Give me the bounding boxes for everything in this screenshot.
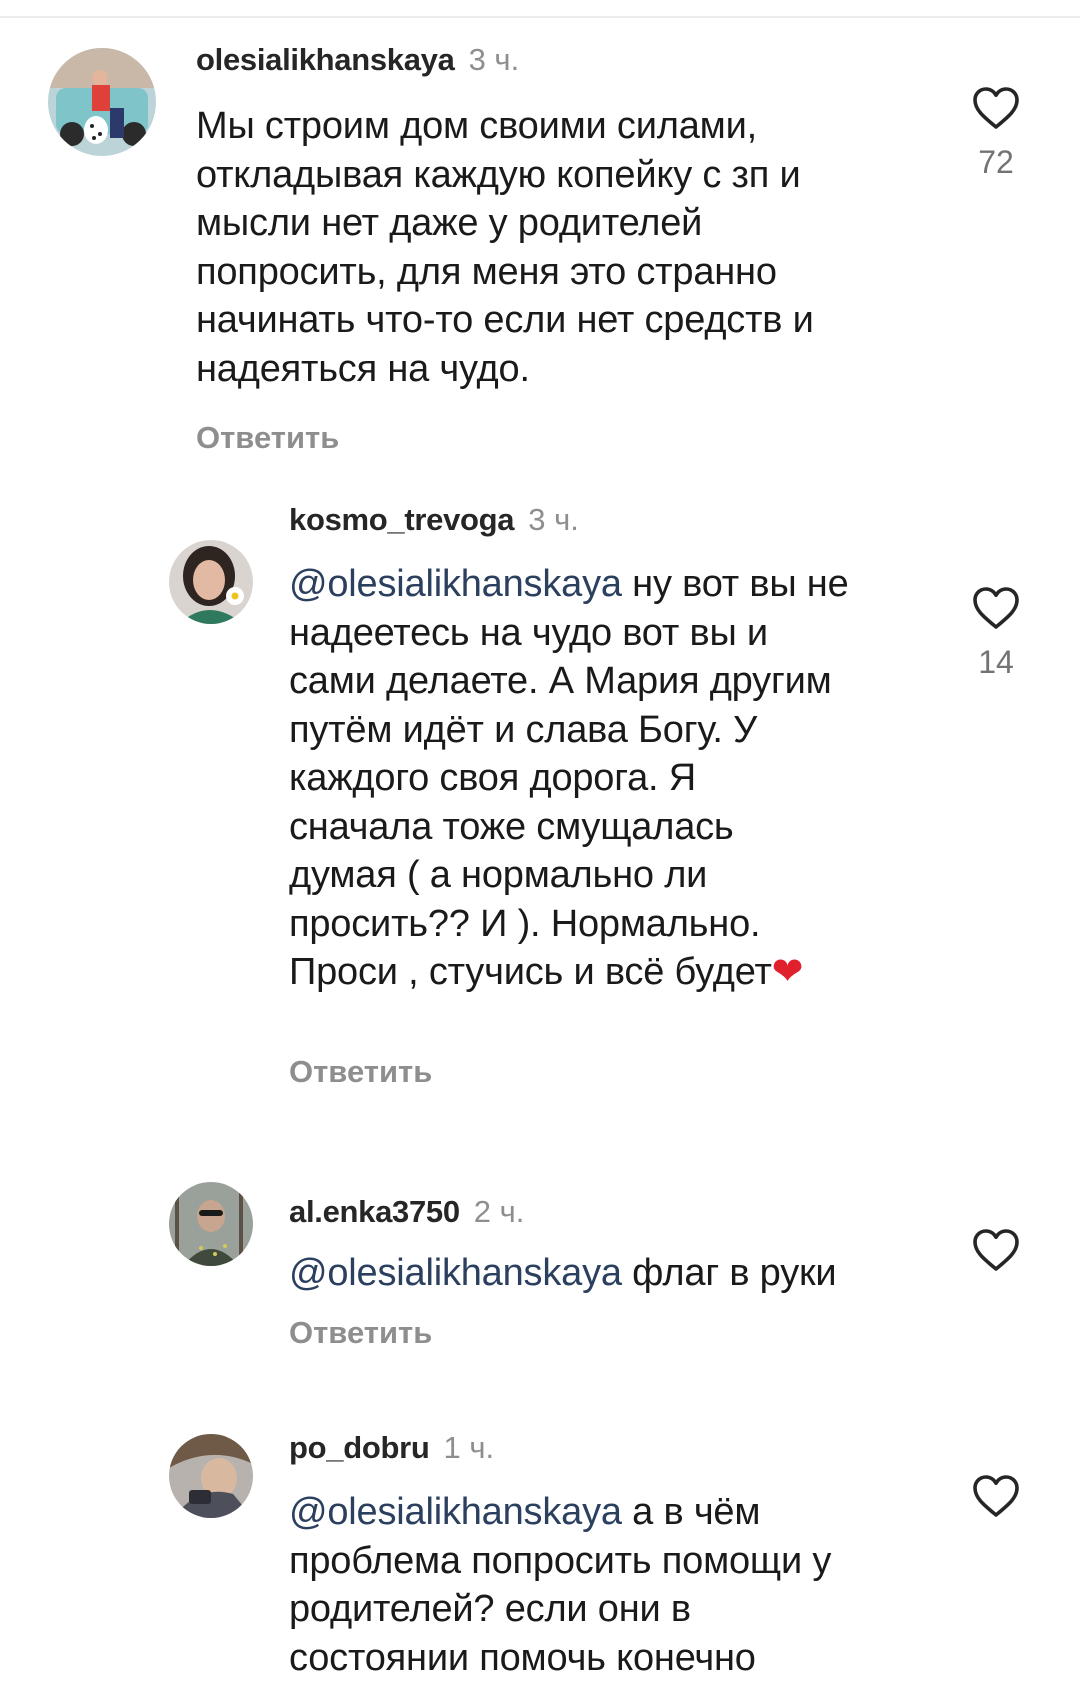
text-line: путём идёт и слава Богу. У (289, 708, 758, 751)
avatar[interactable] (169, 1434, 253, 1518)
avatar[interactable] (169, 540, 253, 624)
comment-meta: olesialikhanskaya 3 ч. (196, 42, 519, 78)
text-line: Мы строим дом своими силами, (196, 105, 757, 147)
timestamp: 1 ч. (443, 1430, 495, 1465)
like-button[interactable]: 72 (966, 86, 1026, 181)
comment-item: kosmo_trevoga 3 ч. @olesialikhanskaya ну … (0, 460, 1080, 1100)
username[interactable]: olesialikhanskaya (196, 42, 455, 77)
text-fragment: а в чём (621, 1491, 761, 1533)
text-line: проблема попросить помощи у (289, 1539, 832, 1582)
text-line: откладывая каждую копейку с зп и (196, 153, 801, 196)
avatar-photo-icon (169, 540, 253, 624)
text-fragment: ну вот вы не (621, 563, 849, 605)
text-line: состоянии помочь конечно (289, 1636, 756, 1679)
comment-text: @olesialikhanskaya флаг в руки (289, 1249, 929, 1298)
avatar[interactable] (48, 48, 156, 156)
comment-meta: po_dobru 1 ч. (289, 1430, 494, 1466)
mention-link[interactable]: @olesialikhanskaya (289, 1491, 622, 1533)
like-button[interactable] (966, 1228, 1026, 1272)
comment-text: Мы строим дом своими силами, откладывая … (196, 102, 916, 393)
reply-button[interactable]: Ответить (196, 420, 339, 456)
comment-item: al.enka3750 2 ч. @olesialikhanskaya флаг … (0, 1100, 1080, 1350)
comment-text: @olesialikhanskaya ну вот вы не надеетес… (289, 560, 929, 997)
heart-outline-icon (973, 1229, 1019, 1271)
text-line: попросить, для меня это странно (196, 250, 777, 293)
text-line: Проси , стучись и всё будет❤ (289, 948, 929, 997)
heart-outline-icon (973, 587, 1019, 629)
mention-link[interactable]: @olesialikhanskaya (289, 563, 622, 605)
text-line: надеетесь на чудо вот вы и (289, 611, 768, 654)
like-button[interactable]: 14 (966, 586, 1026, 681)
mention-link[interactable]: @olesialikhanskaya (289, 1252, 622, 1294)
comment-item: olesialikhanskaya 3 ч. Мы строим дом свои… (0, 0, 1080, 460)
heart-outline-icon (973, 87, 1019, 129)
timestamp: 3 ч. (528, 502, 579, 537)
text-line: @olesialikhanskaya флаг в руки (289, 1249, 929, 1298)
text-line: @olesialikhanskaya а в чём (289, 1488, 929, 1537)
comment-item: po_dobru 1 ч. @olesialikhanskaya а в чём … (0, 1350, 1080, 1693)
reply-button[interactable]: Ответить (289, 1054, 432, 1090)
avatar[interactable] (169, 1182, 253, 1266)
avatar-photo-icon (48, 48, 156, 156)
like-count: 72 (978, 144, 1014, 180)
text-line: родителей? если они в (289, 1588, 691, 1630)
heart-outline-icon (973, 1475, 1019, 1517)
avatar-photo-icon (169, 1434, 253, 1518)
text-line: мысли нет даже у родителей (196, 202, 703, 244)
timestamp: 2 ч. (473, 1194, 525, 1229)
text-line: сначала тоже смущалась (289, 805, 734, 848)
text-fragment: флаг в руки (621, 1252, 837, 1294)
comment-meta: kosmo_trevoga 3 ч. (289, 502, 579, 538)
text-line: каждого своя дорога. Я (289, 757, 696, 799)
timestamp: 3 ч. (468, 42, 520, 77)
text-line: начинать что-то если нет средств и (196, 299, 814, 341)
like-button[interactable] (966, 1474, 1026, 1518)
text-line: надеяться на чудо. (196, 347, 530, 390)
username[interactable]: kosmo_trevoga (289, 502, 515, 537)
text-line: @olesialikhanskaya ну вот вы не (289, 560, 929, 609)
text-fragment: Проси , стучись и всё будет (289, 951, 772, 993)
username[interactable]: al.enka3750 (289, 1194, 460, 1229)
text-line: просить?? И ). Нормально. (289, 902, 761, 945)
text-line: думая ( а нормально ли (289, 854, 708, 896)
avatar-photo-icon (169, 1182, 253, 1266)
username[interactable]: po_dobru (289, 1430, 430, 1465)
like-count: 14 (978, 644, 1014, 680)
comment-text: @olesialikhanskaya а в чём проблема попр… (289, 1488, 929, 1682)
reply-button[interactable]: Ответить (289, 1315, 432, 1351)
comment-meta: al.enka3750 2 ч. (289, 1194, 524, 1230)
text-line: сами делаете. А Мария другим (289, 660, 832, 702)
red-heart-emoji-icon: ❤ (771, 951, 804, 993)
